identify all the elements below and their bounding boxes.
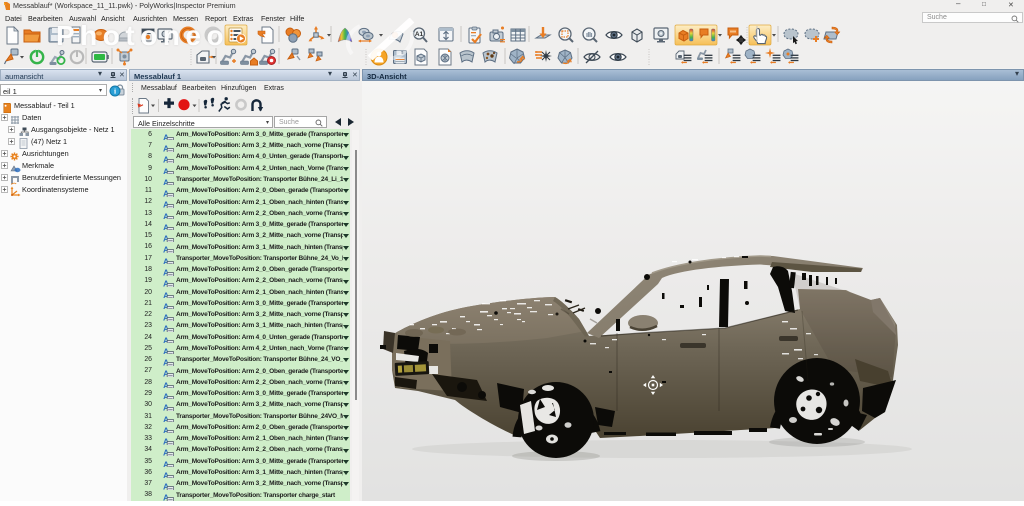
svg-text:i: i (114, 87, 116, 96)
